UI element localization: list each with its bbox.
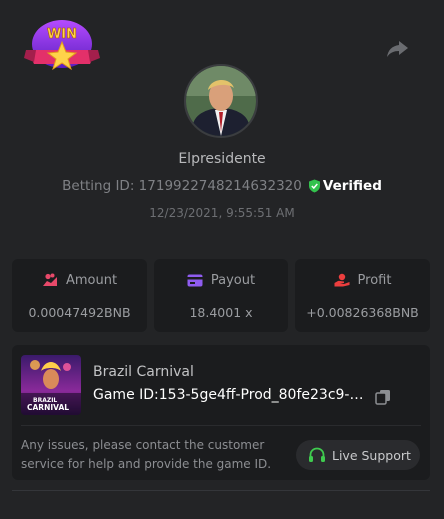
- profit-value: +0.00826368BNB: [306, 305, 419, 320]
- svg-text:CARNIVAL: CARNIVAL: [27, 403, 69, 412]
- game-id-label: Game ID:: [93, 387, 159, 403]
- game-id-value: 153-5ge4ff-Prod_80fe23c9-8...: [158, 387, 371, 403]
- profit-label: Profit: [357, 273, 392, 288]
- payout-label: Payout: [210, 273, 256, 288]
- game-name: Brazil Carnival: [93, 364, 194, 380]
- game-thumbnail: BRAZIL CARNIVAL: [21, 355, 81, 415]
- verified-label: Verified: [322, 178, 382, 194]
- headset-icon: [309, 447, 325, 462]
- live-support-button[interactable]: Live Support: [296, 440, 420, 470]
- copy-icon[interactable]: [375, 389, 391, 405]
- payout-value: 18.4001 x: [189, 305, 253, 320]
- live-support-label: Live Support: [332, 447, 411, 463]
- divider: [12, 490, 430, 491]
- payout-card: Payout 18.4001 x: [154, 259, 288, 332]
- verified-shield-icon: [308, 179, 321, 197]
- profit-card: Profit +0.00826368BNB: [295, 259, 430, 332]
- amount-value: 0.00047492BNB: [28, 305, 131, 320]
- betting-id-label: Betting ID:: [62, 178, 135, 194]
- game-id: Game ID:153-5ge4ff-Prod_80fe23c9-8...: [93, 387, 371, 403]
- win-logo: WIN: [24, 16, 100, 78]
- betting-id-value: 1719922748214632320: [138, 178, 302, 194]
- card-icon: [187, 274, 203, 287]
- betting-id-line: Betting ID: 1719922748214632320 Verified: [0, 178, 444, 197]
- bet-timestamp: 12/23/2021, 9:55:51 AM: [149, 206, 295, 220]
- help-text: Any issues, please contact the customer …: [21, 438, 272, 471]
- amount-card: Amount 0.00047492BNB: [12, 259, 147, 332]
- amount-label: Amount: [65, 273, 118, 288]
- svg-text:WIN: WIN: [47, 27, 77, 42]
- username: Elpresidente: [178, 151, 266, 167]
- divider: [21, 425, 421, 426]
- share-icon[interactable]: [386, 38, 410, 60]
- hand-icon: [334, 273, 350, 287]
- coins-icon: [42, 273, 57, 286]
- avatar: [184, 64, 258, 138]
